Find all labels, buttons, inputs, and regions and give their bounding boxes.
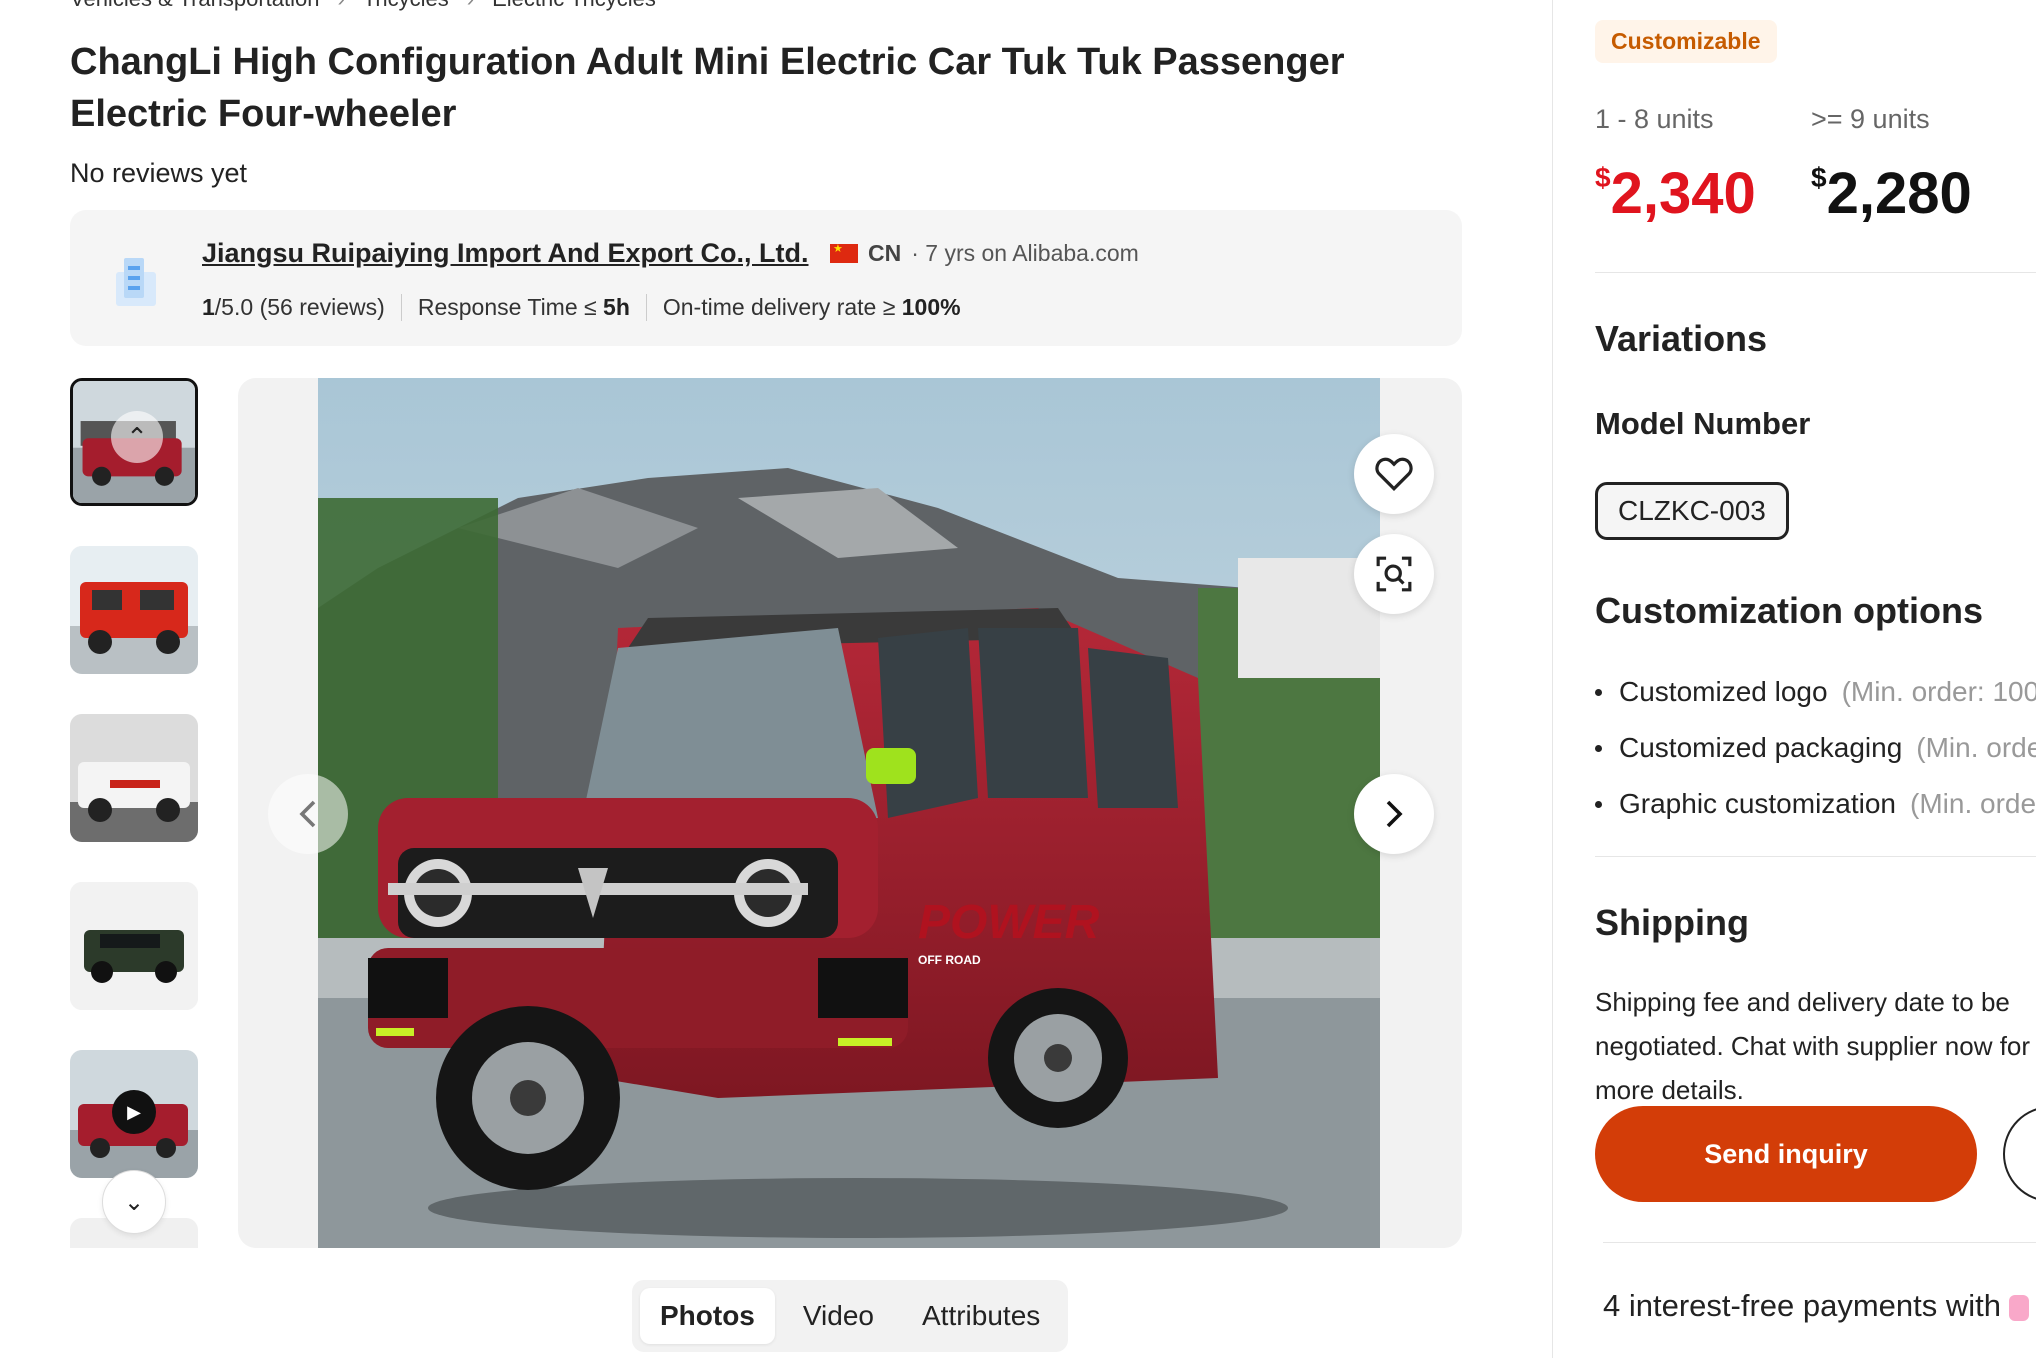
chevron-right-icon: ›: [467, 0, 474, 12]
china-flag-icon: [830, 242, 858, 263]
price-amount: 2,340: [1610, 161, 1756, 226]
section-divider: [1603, 1242, 2036, 1243]
thumbnail-strip: ⌃ ▶: [70, 378, 200, 1248]
option-min-order: (Min. orde: [1916, 732, 2036, 763]
gallery-tabs: Photos Video Attributes: [632, 1280, 1069, 1352]
supplier-country: CN: [868, 240, 902, 266]
breadcrumb-item[interactable]: Vehicles & Transportation: [70, 0, 319, 12]
model-number-heading: Model Number: [1595, 406, 1811, 441]
prev-image-button[interactable]: [268, 774, 348, 854]
response-label: Response Time ≤: [417, 294, 604, 320]
customization-heading: Customization options: [1595, 590, 1983, 631]
supplier-stats: 1/5.0 (56 reviews) Response Time ≤ 5h On…: [202, 294, 993, 321]
option-name: Customized logo: [1619, 676, 1828, 707]
option-name: Customized packaging: [1619, 732, 1903, 763]
payment-provider-icon: [2009, 1294, 2030, 1321]
chevron-up-icon[interactable]: ⌃: [111, 411, 163, 463]
rating-value: 1: [202, 294, 215, 320]
image-search-button[interactable]: [1354, 534, 1434, 614]
thumbnail-white-car-side[interactable]: [70, 714, 198, 842]
price-tier-2: $2,280: [1811, 160, 1972, 227]
option-name: Graphic customization: [1619, 788, 1897, 819]
model-option-selected[interactable]: CLZKC-003: [1595, 482, 1789, 540]
customizable-badge: Customizable: [1595, 20, 1777, 63]
bullet-icon: [1595, 688, 1602, 696]
thumbnail-red-car-video[interactable]: ▶: [70, 1050, 198, 1178]
play-icon[interactable]: ▶: [112, 1090, 156, 1134]
purchase-panel: Customizable 1 - 8 units >= 9 units $2,3…: [1595, 0, 2036, 1358]
section-divider: [1595, 272, 2036, 273]
installment-text: 4 interest-free payments with: [1603, 1288, 2002, 1323]
chat-button[interactable]: [2003, 1106, 2036, 1202]
variations-heading: Variations: [1595, 318, 1768, 359]
photo-decal-brand: POWER: [918, 896, 1100, 949]
next-image-button[interactable]: [1354, 774, 1434, 854]
option-min-order: (Min. order: 100: [1841, 676, 2036, 707]
currency-symbol: $: [1811, 161, 1827, 193]
customization-list: Customized logo (Min. order: 100 Customiz…: [1595, 664, 2036, 832]
chevron-left-icon: [299, 800, 316, 828]
tab-video[interactable]: Video: [783, 1288, 894, 1344]
rating-scale: /5.0: [214, 294, 254, 320]
photo-decal-sub: OFF ROAD: [918, 953, 981, 967]
delivery-rate: On-time delivery rate ≥ 100%: [663, 294, 977, 321]
bullet-icon: [1595, 800, 1602, 808]
supplier-logo-icon: [116, 258, 156, 306]
response-time: Response Time ≤ 5h: [418, 294, 647, 321]
thumbnail-image: [70, 882, 198, 1010]
list-item: Customized packaging (Min. orde: [1595, 720, 2036, 776]
thumbnail-green-car[interactable]: [70, 882, 198, 1010]
breadcrumb-item[interactable]: Electric Tricycles: [492, 0, 656, 12]
delivery-label: On-time delivery rate ≥: [662, 294, 902, 320]
thumbnail-image: [70, 714, 198, 842]
breadcrumb-item[interactable]: Tricycles: [363, 0, 449, 12]
supplier-tenure: · 7 yrs on Alibaba.com: [911, 240, 1139, 266]
list-item: Customized logo (Min. order: 100: [1595, 664, 2036, 720]
price-tier-label: >= 9 units: [1811, 104, 1930, 134]
reviews-status: No reviews yet: [70, 158, 248, 188]
price-tier-label: 1 - 8 units: [1595, 104, 1714, 134]
favorite-button[interactable]: [1354, 434, 1434, 514]
supplier-name-link[interactable]: Jiangsu Ruipaiying Import And Export Co.…: [202, 238, 809, 269]
delivery-value: 100%: [901, 294, 961, 320]
main-image-viewer: POWER OFF ROAD: [238, 378, 1462, 1248]
price-tier-1: $2,340: [1595, 160, 1756, 227]
tab-photos[interactable]: Photos: [640, 1288, 775, 1344]
currency-symbol: $: [1595, 161, 1611, 193]
thumbnail-red-car-front[interactable]: ⌃: [70, 378, 198, 506]
price-amount: 2,280: [1826, 161, 1972, 226]
shipping-heading: Shipping: [1595, 902, 1749, 943]
response-value: 5h: [603, 294, 630, 320]
thumbnail-image: [70, 546, 198, 674]
option-min-order: (Min. orde: [1910, 788, 2036, 819]
supplier-card: Jiangsu Ruipaiying Import And Export Co.…: [70, 210, 1462, 346]
rating-count: (56 reviews): [259, 294, 385, 320]
product-title: ChangLi High Configuration Adult Mini El…: [70, 41, 1345, 135]
tab-attributes[interactable]: Attributes: [902, 1288, 1060, 1344]
product-main-photo[interactable]: POWER OFF ROAD: [318, 378, 1380, 1248]
bullet-icon: [1595, 744, 1602, 752]
chevron-right-icon: ›: [337, 0, 344, 12]
chevron-down-icon[interactable]: ⌄: [102, 1170, 166, 1234]
heart-icon: [1375, 457, 1413, 492]
supplier-location: CN · 7 yrs on Alibaba.com: [830, 240, 1139, 267]
chevron-right-icon: [1386, 800, 1403, 828]
list-item: Graphic customization (Min. orde: [1595, 776, 2036, 832]
shipping-text: Shipping fee and delivery date to be neg…: [1595, 987, 2031, 1105]
installment-info: 4 interest-free payments with: [1603, 1288, 2030, 1324]
thumbnail-red-car-side[interactable]: [70, 546, 198, 674]
column-divider: [1552, 0, 1553, 1358]
breadcrumb: Vehicles & Transportation › Tricycles › …: [70, 0, 656, 12]
send-inquiry-button[interactable]: Send inquiry: [1595, 1106, 1977, 1202]
section-divider: [1595, 856, 2036, 857]
supplier-rating[interactable]: 1/5.0 (56 reviews): [202, 294, 402, 321]
image-search-icon: [1376, 556, 1412, 592]
